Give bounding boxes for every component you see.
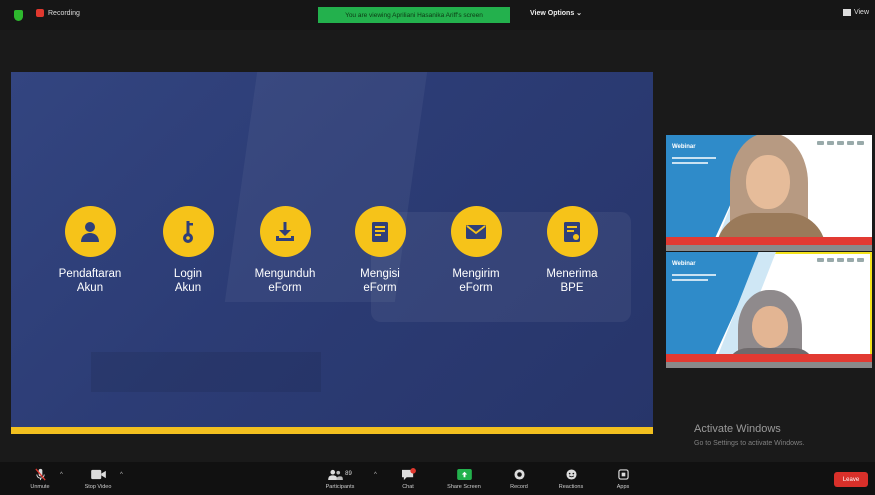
muted-microphone-icon (34, 467, 47, 481)
participants-button[interactable]: 89 Participants (312, 467, 368, 490)
participant-face (752, 306, 788, 348)
step-menerima-bpe: Menerima BPE (522, 206, 622, 295)
user-icon (64, 206, 116, 257)
apps-icon (617, 467, 629, 481)
step-mengunduh-eform: Mengunduh eForm (235, 206, 335, 295)
share-screen-label: Share Screen (447, 484, 481, 490)
activate-windows-subtitle: Go to Settings to activate Windows. (694, 440, 805, 447)
certificate-icon (546, 206, 598, 257)
participant-video-tile[interactable]: Webinar (666, 135, 872, 251)
download-icon (259, 206, 311, 257)
reactions-button[interactable]: Reactions (543, 467, 599, 490)
apps-button[interactable]: Apps (595, 467, 651, 490)
background-photo-shape (91, 352, 321, 392)
webinar-title: Webinar (672, 144, 696, 150)
participants-options-caret[interactable]: ^ (374, 472, 377, 478)
record-label: Record (510, 484, 528, 490)
grid-view-icon (842, 9, 851, 16)
view-options-button[interactable]: View Options ⌄ (530, 9, 582, 17)
stop-video-button[interactable]: Stop Video (70, 467, 126, 490)
view-button-label: View (853, 9, 869, 16)
mail-icon (450, 206, 502, 257)
participants-count: 89 (345, 471, 352, 477)
participant-face (746, 155, 790, 209)
step-pendaftaran-akun: Pendaftaran Akun (40, 206, 140, 295)
recording-label: Recording (48, 9, 80, 17)
shared-screen: Pendaftaran Akun Login Akun Mengunduh eF… (11, 72, 653, 434)
chat-label: Chat (402, 484, 414, 490)
reactions-label: Reactions (558, 484, 584, 490)
sponsor-logos (817, 258, 864, 262)
webinar-title: Webinar (672, 261, 696, 267)
audio-options-caret[interactable]: ^ (60, 472, 63, 478)
record-dot-icon (36, 9, 44, 17)
participants-icon: 89 (328, 467, 352, 481)
chat-button[interactable]: Chat (380, 467, 436, 490)
step-login-akun: Login Akun (138, 206, 238, 295)
video-camera-icon (90, 467, 106, 481)
screen-share-banner: You are viewing Apriliani Hasanika Ariff… (318, 7, 510, 23)
stop-video-label: Stop Video (84, 484, 112, 490)
security-shield-icon[interactable] (14, 10, 23, 21)
step-label: Menerima BPE (546, 268, 598, 294)
chat-bubble-icon (401, 467, 416, 481)
step-label: Mengisi eForm (360, 268, 400, 294)
sponsor-logos (817, 141, 864, 145)
video-options-caret[interactable]: ^ (120, 472, 123, 478)
smiley-icon (565, 467, 577, 481)
participants-label: Participants (325, 484, 355, 490)
unmute-button[interactable]: Unmute (12, 467, 68, 490)
step-label: Mengirim eForm (452, 268, 500, 294)
view-button[interactable]: View (842, 9, 869, 16)
share-screen-button[interactable]: Share Screen (436, 467, 492, 490)
share-screen-icon (456, 467, 472, 481)
step-mengisi-eform: Mengisi eForm (330, 206, 430, 295)
step-label: Login Akun (173, 268, 203, 294)
record-button[interactable]: Record (491, 467, 547, 490)
gold-footer-bar (11, 427, 653, 434)
unmute-label: Unmute (30, 484, 50, 490)
record-icon (513, 467, 525, 481)
step-mengirim-eform: Mengirim eForm (426, 206, 526, 295)
step-label: Mengunduh eForm (254, 268, 316, 294)
meeting-top-bar: Recording You are viewing Apriliani Hasa… (0, 0, 875, 30)
leave-button[interactable]: Leave (834, 472, 868, 487)
key-icon (162, 206, 214, 257)
activate-windows-title: Activate Windows (694, 423, 781, 435)
step-label: Pendaftaran Akun (58, 268, 122, 294)
form-icon (354, 206, 406, 257)
active-speaker-video-tile[interactable]: Webinar (666, 252, 872, 368)
recording-indicator[interactable]: Recording (36, 9, 80, 17)
apps-label: Apps (616, 484, 630, 490)
